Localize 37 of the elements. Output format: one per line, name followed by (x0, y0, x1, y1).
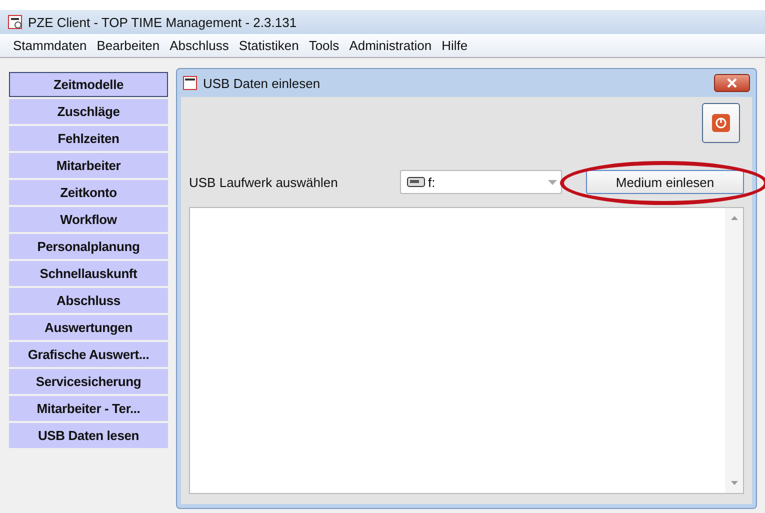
menu-item[interactable]: Stammdaten (8, 38, 92, 53)
drive-dropdown[interactable]: f: (400, 170, 562, 194)
drive-icon (407, 177, 425, 187)
caret-icon (548, 180, 557, 184)
menu-item[interactable]: Tools (304, 38, 344, 53)
sidebar-item[interactable]: Fehlzeiten (9, 126, 168, 151)
app-icon (8, 15, 22, 29)
close-button[interactable] (714, 74, 750, 92)
drive-label: USB Laufwerk auswählen (189, 174, 339, 190)
menu-item[interactable]: Hilfe (436, 38, 473, 53)
scrollbar[interactable] (725, 208, 743, 493)
close-icon (727, 78, 737, 88)
menu-item[interactable]: Statistiken (234, 38, 304, 53)
dialog-title: USB Daten einlesen (203, 76, 322, 90)
sidebar-item[interactable]: Grafische Auswert... (9, 342, 168, 367)
sidebar-item[interactable]: Abschluss (9, 288, 168, 313)
read-medium-button[interactable]: Medium einlesen (586, 170, 744, 194)
window-title: PZE Client - TOP TIME Management - 2.3.131 (28, 14, 297, 30)
sidebar-item[interactable]: Servicesicherung (9, 369, 168, 394)
sidebar-item[interactable]: USB Daten lesen (9, 423, 168, 448)
scroll-down-icon[interactable] (730, 481, 738, 485)
sidebar-item[interactable]: Zuschläge (9, 99, 168, 124)
app-icon (183, 76, 197, 90)
menu-item[interactable]: Administration (344, 38, 437, 53)
sidebar-item[interactable]: Mitarbeiter - Ter... (9, 396, 168, 421)
menu-item[interactable]: Abschluss (164, 38, 234, 53)
scroll-up-icon[interactable] (730, 216, 738, 220)
power-icon (712, 114, 730, 132)
menu-item[interactable]: Bearbeiten (92, 38, 165, 53)
sidebar-item[interactable]: Auswertungen (9, 315, 168, 340)
power-button[interactable] (702, 103, 740, 143)
sidebar-item[interactable]: Schnellauskunft (9, 261, 168, 286)
sidebar-item[interactable]: Mitarbeiter (9, 153, 168, 178)
sidebar-item[interactable]: Workflow (9, 207, 168, 232)
sidebar-item[interactable]: Zeitkonto (9, 180, 168, 205)
sidebar-item[interactable]: Personalplanung (9, 234, 168, 259)
sidebar-item[interactable]: Zeitmodelle (9, 72, 168, 97)
